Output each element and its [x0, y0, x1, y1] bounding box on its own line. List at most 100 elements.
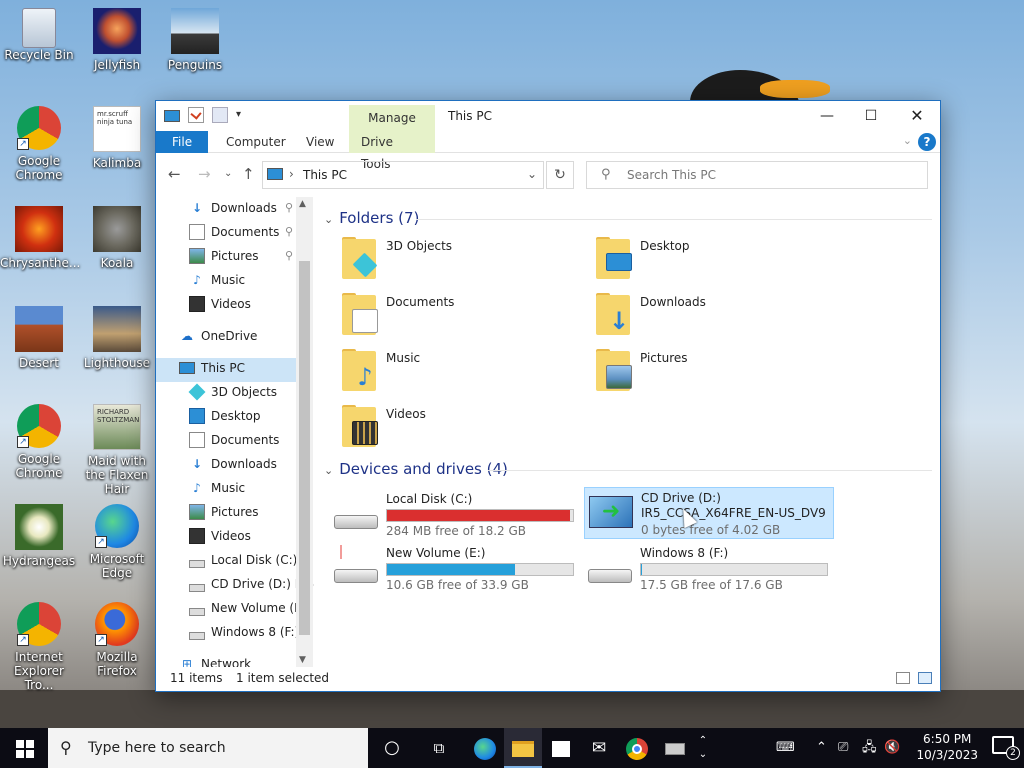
desktop-icon-koala[interactable]: Koala	[78, 206, 156, 270]
desktop-icon-maid-with-the-flaxen-hair[interactable]: RICHARD STOLTZMAN Maid with the Flaxen Ha…	[78, 404, 156, 496]
nav-item-videos[interactable]: Videos	[189, 293, 251, 315]
desktop-icon-desert[interactable]: Desert	[0, 306, 78, 370]
nav-item-documents[interactable]: Documents ⚲	[189, 221, 293, 243]
taskbar-search-box[interactable]: ⚲ Type here to search	[48, 728, 368, 768]
file-explorer-taskbar-icon[interactable]	[504, 728, 542, 768]
folder-music[interactable]: ♪ Music	[340, 349, 580, 399]
folder-documents[interactable]: Documents	[340, 293, 580, 343]
nav-item-new-volume-e[interactable]: New Volume (E:)	[189, 597, 310, 619]
cd-drive-taskbar-icon[interactable]	[656, 728, 694, 768]
nav-item-music[interactable]: ♪ Music	[189, 269, 245, 291]
desktop-icon-penguins[interactable]: Penguins	[156, 8, 234, 72]
chrome-taskbar-icon[interactable]	[618, 728, 656, 768]
desktop-icon-internet-explorer-tro[interactable]: ↗ Internet Explorer Tro...	[0, 602, 78, 692]
desktop-icon-kalimba[interactable]: mr.scruff ninja tuna Kalimba	[78, 106, 156, 170]
show-hidden-icons-icon[interactable]: ⌃	[816, 728, 827, 768]
properties-icon[interactable]	[188, 107, 204, 123]
overflow-chevron-icon[interactable]: ⌃ ⌄	[694, 728, 712, 768]
system-clock[interactable]: 6:50 PM 10/3/2023	[916, 731, 978, 763]
pin-icon[interactable]: ⚲	[285, 221, 293, 243]
desktop-icon-lighthouse[interactable]: Lighthouse	[78, 306, 156, 370]
cortana-icon[interactable]: ○	[373, 728, 411, 768]
nav-item-3d-objects[interactable]: 3D Objects	[188, 381, 277, 403]
breadcrumb-separator-icon[interactable]: ›	[289, 167, 294, 181]
large-icons-view-icon[interactable]	[918, 672, 932, 684]
tab-view[interactable]: View	[294, 131, 346, 153]
manage-context-tab[interactable]: Manage	[349, 105, 435, 131]
drive-cd-drive-d[interactable]: ➜ CD Drive (D:) IR5_CCSA_X64FRE_EN-US_DV9 0…	[584, 487, 834, 539]
network-icon[interactable]: 🖧	[862, 728, 877, 768]
nav-item-network[interactable]: ⊞ Network	[179, 653, 251, 668]
recent-locations-chevron-icon[interactable]: ⌄	[224, 168, 232, 179]
qat-dropdown-icon[interactable]: ▾	[236, 107, 246, 123]
meet-now-icon[interactable]: ⎚	[838, 728, 848, 768]
help-icon[interactable]: ?	[918, 133, 936, 151]
new-folder-icon[interactable]	[212, 107, 228, 123]
drives-group-header[interactable]: ⌄ Devices and drives (4)	[324, 460, 508, 478]
collapse-chevron-icon[interactable]: ⌄	[324, 213, 333, 226]
breadcrumb-this-pc[interactable]: This PC	[303, 168, 347, 182]
nav-item-windows-8-f[interactable]: Windows 8 (F:)	[189, 621, 299, 643]
expand-ribbon-chevron-icon[interactable]: ⌄	[903, 134, 912, 147]
desktop-icon-google-chrome[interactable]: ↗ Google Chrome	[0, 106, 78, 182]
edge-taskbar-icon[interactable]	[466, 728, 504, 768]
desktop-icon-mozilla-firefox[interactable]: ↗ Mozilla Firefox	[78, 602, 156, 678]
nav-item-this-pc[interactable]: This PC	[179, 357, 245, 379]
back-arrow-icon[interactable]: ←	[168, 165, 181, 183]
nav-item-documents[interactable]: Documents	[189, 429, 279, 451]
scroll-up-icon[interactable]: ▲	[299, 199, 306, 209]
drive-local-disk-c[interactable]: Local Disk (C:) 284 MB free of 18.2 GB	[330, 489, 580, 541]
collapse-chevron-icon[interactable]: ⌄	[324, 464, 333, 477]
nav-item-music[interactable]: ♪ Music	[189, 477, 245, 499]
tab-file[interactable]: File	[156, 131, 209, 153]
tab-computer[interactable]: Computer	[214, 131, 298, 153]
title-bar[interactable]: ▾ Manage This PC — ☐ ✕	[156, 101, 940, 131]
pin-icon[interactable]: ⚲	[285, 197, 293, 219]
scroll-thumb[interactable]	[299, 261, 310, 635]
nav-item-pictures[interactable]: Pictures ⚲	[189, 245, 293, 267]
folder-downloads[interactable]: ↓ Downloads	[594, 293, 834, 343]
address-bar[interactable]: › This PC ⌄	[262, 161, 544, 189]
address-dropdown-icon[interactable]: ⌄	[527, 167, 537, 181]
nav-item-pictures[interactable]: Pictures	[189, 501, 259, 523]
up-arrow-icon[interactable]: ↑	[242, 165, 255, 183]
nav-item-downloads[interactable]: ↓ Downloads ⚲	[189, 197, 293, 219]
desktop-icon-microsoft-edge[interactable]: ↗ Microsoft Edge	[78, 504, 156, 580]
start-button[interactable]	[0, 728, 48, 768]
drive-new-volume-e[interactable]: New Volume (E:) 10.6 GB free of 33.9 GB	[330, 543, 580, 595]
volume-muted-icon[interactable]: 🔇	[884, 728, 900, 768]
store-icon[interactable]	[542, 728, 580, 768]
nav-item-desktop[interactable]: Desktop	[189, 405, 261, 427]
task-view-icon[interactable]: ⧉	[420, 728, 458, 768]
minimize-button[interactable]: —	[804, 101, 850, 131]
nav-scrollbar[interactable]: ▲ ▼	[296, 197, 313, 667]
folder-videos[interactable]: Videos	[340, 405, 580, 455]
desktop-icon-google-chrome[interactable]: ↗ Google Chrome	[0, 404, 78, 480]
desktop-icon-hydrangeas[interactable]: Hydrangeas	[0, 504, 78, 568]
nav-item-local-disk-c[interactable]: Local Disk (C:)	[189, 549, 297, 571]
touch-keyboard-icon[interactable]: ⌨	[776, 728, 795, 768]
pin-icon[interactable]: ⚲	[285, 245, 293, 267]
folder-desktop[interactable]: Desktop	[594, 237, 834, 287]
details-view-icon[interactable]	[896, 672, 910, 684]
pc-small-icon[interactable]	[164, 110, 180, 122]
desktop-icon-chrysanthe[interactable]: Chrysanthe...	[0, 206, 80, 270]
file-explorer-window[interactable]: ▾ Manage This PC — ☐ ✕ File Computer Vie…	[155, 100, 941, 692]
folders-group-header[interactable]: ⌄ Folders (7)	[324, 209, 419, 227]
drive-windows-8-f[interactable]: Windows 8 (F:) 17.5 GB free of 17.6 GB	[584, 543, 834, 595]
tab-drive-tools[interactable]: Drive Tools	[349, 131, 435, 171]
nav-item-onedrive[interactable]: ☁ OneDrive	[179, 325, 257, 347]
refresh-button[interactable]: ↻	[546, 161, 574, 189]
maximize-button[interactable]: ☐	[848, 101, 894, 131]
nav-item-videos[interactable]: Videos	[189, 525, 251, 547]
forward-arrow-icon[interactable]: →	[198, 165, 211, 183]
folder-3d-objects[interactable]: 3D Objects	[340, 237, 580, 287]
notification-center-icon[interactable]: 2	[992, 736, 1020, 760]
folder-pictures[interactable]: Pictures	[594, 349, 834, 399]
desktop-icon-jellyfish[interactable]: Jellyfish	[78, 8, 156, 72]
desktop-icon-recycle-bin[interactable]: Recycle Bin	[0, 8, 78, 62]
search-box[interactable]: ⚲ Search This PC	[586, 161, 928, 189]
mail-icon[interactable]: ✉	[580, 728, 618, 768]
nav-item-downloads[interactable]: ↓ Downloads	[189, 453, 277, 475]
scroll-down-icon[interactable]: ▼	[299, 655, 306, 665]
